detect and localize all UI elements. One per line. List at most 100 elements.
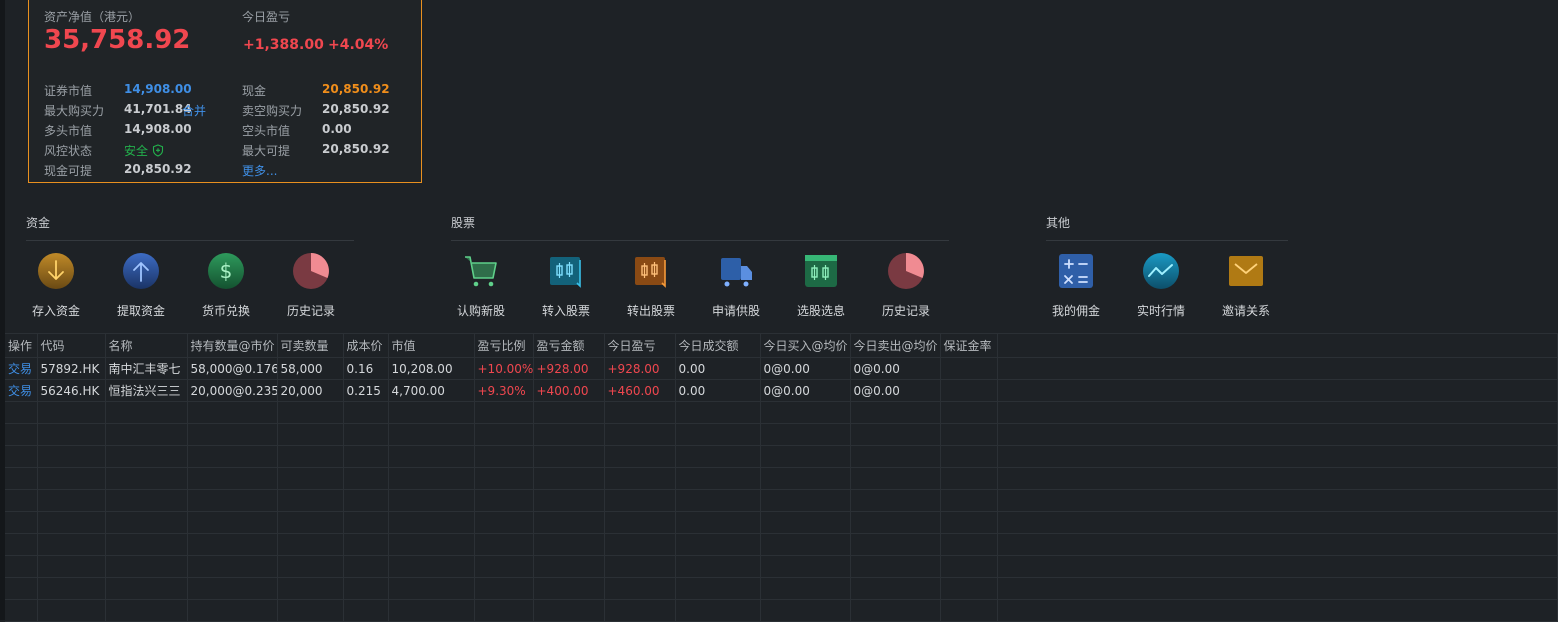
empty-cell (940, 489, 998, 512)
short-buying-power-value: 20,850.92 (322, 102, 390, 116)
stock-select-icon (805, 255, 837, 287)
empty-cell (5, 599, 38, 622)
col-header-holding[interactable]: 持有数量@市价 (187, 333, 278, 358)
empty-cell (533, 533, 605, 556)
cell-holding: 58,000@0.176 (187, 357, 278, 380)
my-commission-button[interactable]: 我的佣金 (1041, 252, 1111, 319)
deposit-funds-button[interactable]: 存入资金 (21, 252, 91, 319)
empty-cell (940, 423, 998, 446)
funds-history-button[interactable]: 历史记录 (276, 252, 346, 319)
col-header-today-buy[interactable]: 今日买入@均价 (760, 333, 851, 358)
max-withdrawable-label: 最大可提 (242, 144, 291, 158)
transfer-in-stock-button[interactable]: 转入股票 (531, 252, 601, 319)
net-asset-value: 35,758.92 (44, 25, 191, 55)
empty-table-row (5, 577, 1558, 600)
empty-cell (940, 401, 998, 424)
table-row[interactable]: 交易 56246.HK 恒指法兴三三 20,000@0.235 20,000 0… (5, 379, 1558, 402)
invite-relation-button[interactable]: 邀请关系 (1211, 252, 1281, 319)
trade-link[interactable]: 交易 (5, 357, 38, 380)
merge-link[interactable]: 合并 (182, 102, 206, 119)
empty-cell (604, 533, 676, 556)
empty-cell (37, 511, 106, 534)
col-header-today-turnover[interactable]: 今日成交额 (675, 333, 761, 358)
col-header-name[interactable]: 名称 (105, 333, 188, 358)
ipo-subscribe-button[interactable]: 认购新股 (446, 252, 516, 319)
long-market-value-label: 多头市值 (44, 124, 93, 138)
empty-cell (5, 467, 38, 490)
empty-cell (760, 599, 851, 622)
stock-dividend-select-button[interactable]: 选股选息 (786, 252, 856, 319)
col-header-code[interactable]: 代码 (37, 333, 106, 358)
empty-cell (187, 599, 278, 622)
empty-cell (474, 401, 534, 424)
col-header-today-pl[interactable]: 今日盈亏 (604, 333, 676, 358)
empty-cell (187, 467, 278, 490)
empty-cell (533, 577, 605, 600)
empty-cell (388, 467, 475, 490)
empty-table-row (5, 489, 1558, 512)
currency-exchange-button[interactable]: $ 货币兑换 (191, 252, 261, 319)
cell-pl-ratio: +10.00% (474, 357, 534, 380)
empty-cell (997, 467, 1558, 490)
empty-cell (105, 511, 188, 534)
empty-table-row (5, 401, 1558, 424)
empty-cell (997, 445, 1558, 468)
col-header-pl-ratio[interactable]: 盈亏比例 (474, 333, 534, 358)
empty-cell (474, 445, 534, 468)
empty-cell (277, 445, 344, 468)
empty-cell (474, 511, 534, 534)
cell-pl-amount: +400.00 (533, 379, 605, 402)
empty-cell (850, 555, 941, 578)
empty-cell (37, 445, 106, 468)
col-header-action: 操作 (5, 333, 38, 358)
empty-table-row (5, 599, 1558, 622)
currency-exchange-label: 货币兑换 (201, 304, 250, 318)
empty-cell (187, 533, 278, 556)
net-asset-label: 资产净值（港元） (44, 10, 141, 24)
empty-cell (675, 577, 761, 600)
empty-cell (675, 401, 761, 424)
trade-link[interactable]: 交易 (5, 379, 38, 402)
deposit-funds-label: 存入资金 (31, 304, 80, 318)
empty-cell (997, 423, 1558, 446)
empty-cell (997, 599, 1558, 622)
empty-cell (187, 401, 278, 424)
table-header-row: 操作 代码 名称 持有数量@市价 可卖数量 成本价 市值 盈亏比例 盈亏金额 今… (5, 333, 1558, 358)
empty-cell (474, 489, 534, 512)
withdraw-funds-button[interactable]: 提取资金 (106, 252, 176, 319)
col-header-margin-ratio[interactable]: 保证金率 (940, 333, 998, 358)
empty-cell (533, 401, 605, 424)
empty-cell (675, 489, 761, 512)
realtime-quote-button[interactable]: 实时行情 (1126, 252, 1196, 319)
col-header-pl-amount[interactable]: 盈亏金额 (533, 333, 605, 358)
empty-cell (997, 533, 1558, 556)
account-summary-card: 资产净值（港元） 35,758.92 今日盈亏 +1,388.00 +4.04%… (28, 0, 422, 183)
col-header-market-value[interactable]: 市值 (388, 333, 475, 358)
empty-cell (388, 599, 475, 622)
transfer-out-stock-button[interactable]: 转出股票 (616, 252, 686, 319)
empty-cell (5, 401, 38, 424)
col-header-sellable[interactable]: 可卖数量 (277, 333, 344, 358)
my-commission-label: 我的佣金 (1051, 304, 1100, 318)
empty-cell (5, 555, 38, 578)
col-header-cost[interactable]: 成本价 (343, 333, 389, 358)
empty-cell (474, 577, 534, 600)
more-link[interactable]: 更多... (242, 162, 277, 179)
cash-value: 20,850.92 (322, 82, 390, 96)
rights-issue-button[interactable]: 申请供股 (701, 252, 771, 319)
envelope-icon (1229, 256, 1263, 286)
table-row[interactable]: 交易 57892.HK 南中汇丰零七 58,000@0.176 58,000 0… (5, 357, 1558, 380)
stocks-history-button[interactable]: 历史记录 (871, 252, 941, 319)
col-header-today-sell[interactable]: 今日卖出@均价 (850, 333, 941, 358)
rights-issue-label: 申请供股 (711, 304, 760, 318)
currency-exchange-icon: $ (208, 253, 244, 289)
short-market-value-label: 空头市值 (242, 124, 291, 138)
empty-cell (850, 423, 941, 446)
funds-section-divider (26, 240, 354, 241)
cash-withdrawable-label: 现金可提 (44, 164, 93, 178)
empty-cell (474, 423, 534, 446)
empty-cell (105, 577, 188, 600)
empty-cell (388, 423, 475, 446)
empty-cell (474, 599, 534, 622)
empty-cell (277, 467, 344, 490)
